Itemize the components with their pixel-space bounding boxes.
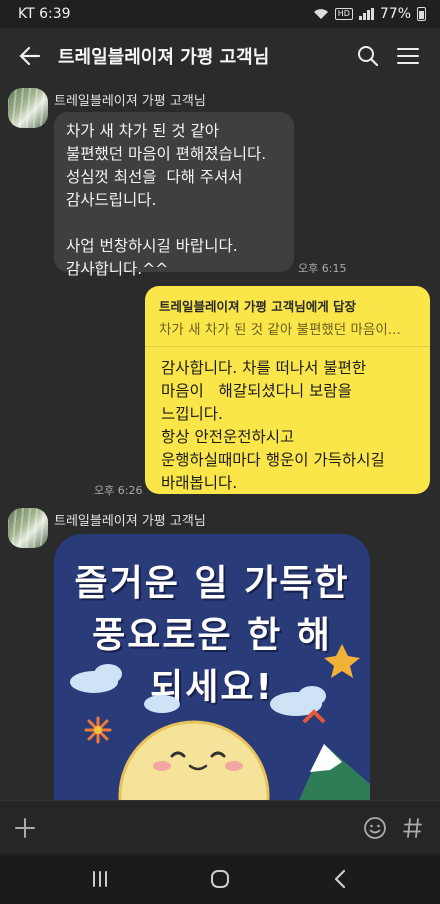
avatar[interactable]	[8, 508, 48, 548]
chat-title: 트레일블레이져 가평 고객님	[58, 47, 270, 68]
message-line: 사업 번창하시길 바랍니다.	[66, 237, 238, 255]
hd-badge: HD	[334, 8, 353, 20]
recent-apps-icon[interactable]	[70, 859, 130, 899]
reply-reference[interactable]: 트레일블레이져 가평 고객님에게 답장 차가 새 차가 된 것 같아 불편했던 …	[145, 286, 430, 347]
message-line: 성심껏 최선을 다해 주셔서	[66, 168, 243, 186]
incoming-message-bubble[interactable]: 차가 새 차가 된 것 같아 불편했던 마음이 편해졌습니다. 성심껏 최선을 …	[54, 112, 294, 278]
message-input[interactable]	[48, 809, 350, 846]
signal-icon	[358, 8, 374, 20]
message-line: 마음이 해갈되셨다니 보람을	[161, 382, 352, 400]
back-arrow-icon[interactable]	[12, 38, 48, 74]
reply-to-label: 트레일블레이져 가평 고객님에게 답장	[159, 299, 357, 314]
battery-icon	[417, 7, 426, 21]
message-line: 느낍니다.	[161, 405, 223, 423]
status-time: KT 6:39	[18, 6, 71, 22]
sender-name: 트레일블레이져 가평 고객님	[54, 514, 206, 529]
message-line: 감사합니다.^^	[66, 260, 169, 278]
chat-area[interactable]: 트레일블레이져 가평 고객님 차가 새 차가 된 것 같아 불편했던 마음이 편…	[0, 84, 440, 800]
message-line: 바래봅니다.	[161, 474, 238, 492]
message-line: 운행하실때마다 행운이 가득하시길	[161, 451, 385, 469]
sender-name: 트레일블레이져 가평 고객님	[54, 94, 206, 109]
nav-back-icon[interactable]	[310, 859, 370, 899]
message-input-bar	[0, 800, 440, 854]
avatar[interactable]	[8, 88, 48, 128]
plus-icon[interactable]	[8, 811, 42, 845]
hash-icon[interactable]	[394, 809, 432, 847]
chat-header: 트레일블레이져 가평 고객님	[0, 28, 440, 84]
emoji-icon[interactable]	[356, 809, 394, 847]
search-icon[interactable]	[348, 36, 388, 76]
outgoing-message-text: 감사합니다. 차를 떠나서 불편한 마음이 해갈되셨다니 보람을 느낍니다. 항…	[145, 347, 430, 505]
status-icons: HD 77%	[313, 6, 426, 22]
message-line: 감사드립니다.	[66, 191, 157, 209]
message-time: 오후 6:26	[94, 484, 143, 497]
message-line: 불편했던 마음이 편해졌습니다.	[66, 145, 267, 163]
wifi-icon	[313, 9, 328, 19]
sticker-image[interactable]: 즐거운 일 가득한 풍요로운 한 해 되세요!	[54, 534, 370, 800]
home-icon[interactable]	[190, 859, 250, 899]
message-line: 항상 안전운전하시고	[161, 428, 295, 446]
reply-quote: 차가 새 차가 된 것 같아 불편했던 마음이...	[159, 322, 401, 338]
battery-percent: 77%	[379, 6, 411, 22]
outgoing-reply-bubble[interactable]: 트레일블레이져 가평 고객님에게 답장 차가 새 차가 된 것 같아 불편했던 …	[145, 286, 430, 494]
message-time: 오후 6:15	[298, 262, 347, 275]
system-nav-bar	[0, 854, 440, 904]
hamburger-menu-icon[interactable]	[388, 36, 428, 76]
message-line: 감사합니다. 차를 떠나서 불편한	[161, 359, 367, 377]
sticker-artwork	[70, 644, 370, 800]
status-bar: KT 6:39 HD 77%	[0, 0, 440, 28]
message-line	[66, 212, 282, 235]
message-line: 차가 새 차가 된 것 같아	[66, 122, 219, 140]
